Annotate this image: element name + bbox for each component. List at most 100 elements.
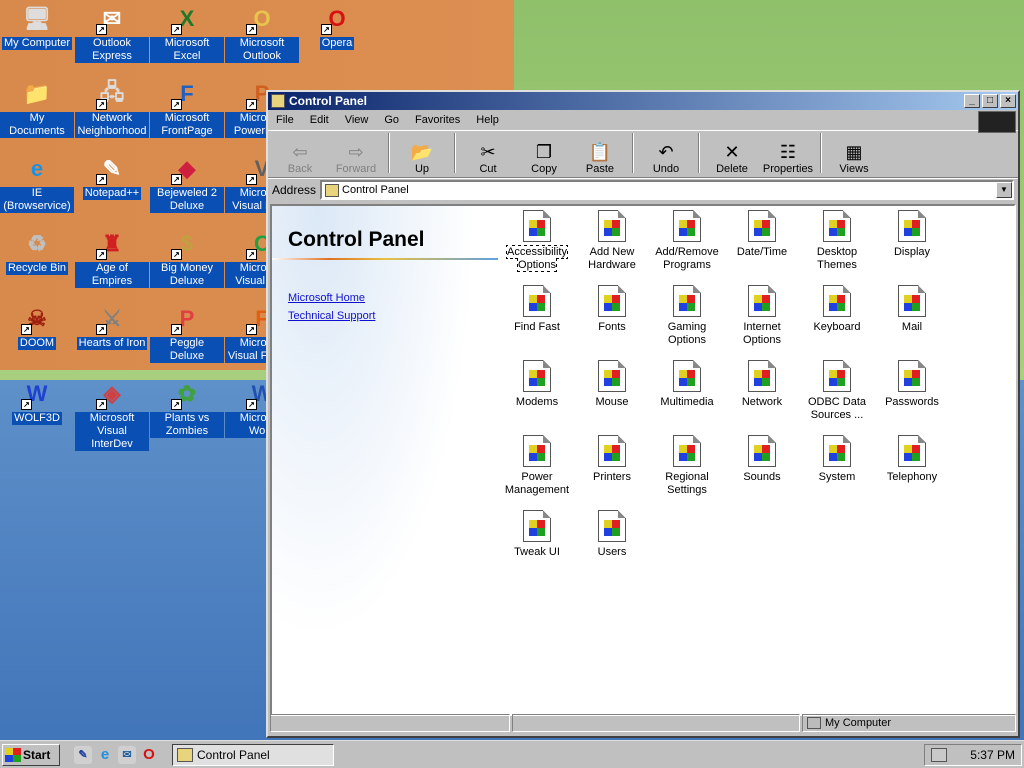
cp-item-network[interactable]: Network (725, 360, 799, 409)
network-neighborhood-icon: 🖧 ↗ (96, 78, 128, 110)
desktop-icon-microsoft-excel[interactable]: X ↗ Microsoft Excel (150, 3, 224, 63)
cp-item-tweak-ui[interactable]: Tweak UI (500, 510, 574, 559)
opera-icon[interactable]: O (140, 746, 158, 764)
cp-item-system[interactable]: System (800, 435, 874, 484)
views-button[interactable]: ▦ Views (826, 133, 882, 175)
desktop-icon-microsoft-frontpage[interactable]: F ↗ Microsoft FrontPage (150, 78, 224, 138)
scheduler-icon[interactable] (931, 747, 947, 762)
address-input[interactable]: Control Panel ▼ (320, 179, 1014, 200)
cp-item-mouse[interactable]: Mouse (575, 360, 649, 409)
shortcut-arrow-icon: ↗ (171, 99, 182, 110)
desktop-icon-opera[interactable]: O ↗ Opera (300, 3, 374, 50)
cp-item-printers[interactable]: Printers (575, 435, 649, 484)
toolbar-separator (820, 133, 822, 173)
cp-item-desktop-themes[interactable]: Desktop Themes (800, 210, 874, 272)
desktop-icon-peggle-deluxe[interactable]: P ↗ Peggle Deluxe (150, 303, 224, 363)
copy-button[interactable]: ❐ Copy (516, 133, 572, 175)
cp-item-fonts[interactable]: Fonts (575, 285, 649, 334)
windows-logo-icon (978, 111, 1016, 133)
outlook-express-icon[interactable]: ✉ (118, 745, 136, 764)
cp-item-telephony[interactable]: Telephony (875, 435, 949, 484)
cp-item-display[interactable]: Display (875, 210, 949, 259)
cp-item-mail[interactable]: Mail (875, 285, 949, 334)
cp-item-users[interactable]: Users (575, 510, 649, 559)
show-desktop-icon[interactable]: ✎ (74, 745, 92, 764)
folder-icon (271, 94, 285, 108)
desktop-icon-age-of-empires[interactable]: ♜ ↗ Age of Empires (75, 228, 149, 288)
cp-item-odbc-data-sources[interactable]: ODBC Data Sources ... (800, 360, 874, 422)
date-time-icon (748, 210, 776, 242)
cp-item-internet-options[interactable]: Internet Options (725, 285, 799, 347)
desktop-icon-notepad[interactable]: ✎ ↗ Notepad++ (75, 153, 149, 200)
menu-edit[interactable]: Edit (310, 114, 329, 126)
undo-button[interactable]: ↶ Undo (638, 133, 694, 175)
desktop-icon-plants-vs-zombies[interactable]: ✿ ↗ Plants vs Zombies (150, 378, 224, 438)
control-panel-window[interactable]: Control Panel _ □ × File Edit View Go Favori… (266, 90, 1020, 738)
my-documents-icon: 📁 (23, 81, 51, 106)
desktop-icon-doom[interactable]: ☠ ↗ DOOM (0, 303, 74, 350)
menu-go[interactable]: Go (384, 114, 399, 126)
menu-favorites[interactable]: Favorites (415, 114, 460, 126)
cp-item-find-fast[interactable]: Find Fast (500, 285, 574, 334)
desktop-icon-microsoft-outlook[interactable]: O ↗ Microsoft Outlook (225, 3, 299, 63)
maximize-button[interactable]: □ (982, 94, 998, 108)
desktop-icon-big-money-deluxe[interactable]: $ ↗ Big Money Deluxe (150, 228, 224, 288)
microsoft-visual-interdev-icon: ◈ ↗ (96, 378, 128, 410)
menu-file[interactable]: File (276, 114, 294, 126)
menu-view[interactable]: View (345, 114, 369, 126)
back-button[interactable]: ⇦ Back (272, 133, 328, 175)
desktop-icon-hearts-of-iron[interactable]: ⚔ ↗ Hearts of Iron (75, 303, 149, 350)
up-button[interactable]: 📂 Up (394, 133, 450, 175)
desktop-icon-wolf3d[interactable]: W ↗ WOLF3D (0, 378, 74, 425)
ie-browservice-icon: e (30, 156, 44, 181)
taskbar-button-control-panel[interactable]: Control Panel (172, 743, 334, 766)
desktop-icon-my-computer[interactable]: 🖥 My Computer (0, 3, 74, 50)
minimize-button[interactable]: _ (964, 94, 980, 108)
cp-item-power-management[interactable]: Power Management (500, 435, 574, 497)
desktop-icon-label: Age of Empires (75, 262, 149, 288)
title-bar[interactable]: Control Panel _ □ × (268, 92, 1018, 110)
cp-item-modems[interactable]: Modems (500, 360, 574, 409)
menu-help[interactable]: Help (476, 114, 499, 126)
shortcut-arrow-icon: ↗ (96, 399, 107, 410)
paste-button[interactable]: 📋 Paste (572, 133, 628, 175)
copy-icon: ❐ (535, 142, 553, 162)
toolbar-label: Up (414, 163, 430, 175)
undo-icon: ↶ (658, 142, 674, 162)
forward-button[interactable]: ⇨ Forward (328, 133, 384, 175)
delete-button[interactable]: ✕ Delete (704, 133, 760, 175)
desktop-icon-microsoft-visual-interdev[interactable]: ◈ ↗ Microsoft Visual InterDev (75, 378, 149, 451)
desktop-icon-label: Microsoft Outlook (225, 37, 299, 63)
cp-item-add-remove-programs[interactable]: Add/Remove Programs (650, 210, 724, 272)
internet-explorer-icon[interactable]: e (96, 746, 114, 764)
cp-item-regional-settings[interactable]: Regional Settings (650, 435, 724, 497)
desktop-icon-network-neighborhood[interactable]: 🖧 ↗ Network Neighborhood (75, 78, 149, 138)
desktop-icon-bejeweled-2-deluxe[interactable]: ◆ ↗ Bejeweled 2 Deluxe (150, 153, 224, 213)
my-computer-icon: 🖥 (23, 6, 51, 31)
cp-item-sounds[interactable]: Sounds (725, 435, 799, 484)
desktop-icon-my-documents[interactable]: 📁 My Documents (0, 78, 74, 138)
properties-button[interactable]: ☷ Properties (760, 133, 816, 175)
cut-button[interactable]: ✂ Cut (460, 133, 516, 175)
cp-item-add-new-hardware[interactable]: Add New Hardware (575, 210, 649, 272)
technical-support-link[interactable]: Technical Support (288, 310, 375, 322)
cp-item-date-time[interactable]: Date/Time (725, 210, 799, 259)
cp-item-multimedia[interactable]: Multimedia (650, 360, 724, 409)
close-button[interactable]: × (1000, 94, 1016, 108)
cp-item-passwords[interactable]: Passwords (875, 360, 949, 409)
add-new-hardware-icon (598, 210, 626, 242)
desktop-icon-recycle-bin[interactable]: ♻ Recycle Bin (0, 228, 74, 275)
chevron-down-icon[interactable]: ▼ (996, 181, 1012, 198)
network-icon (748, 360, 776, 392)
start-button[interactable]: Start (2, 743, 60, 766)
microsoft-home-link[interactable]: Microsoft Home (288, 292, 365, 304)
cp-item-gaming-options[interactable]: Gaming Options (650, 285, 724, 347)
shortcut-arrow-icon: ↗ (171, 174, 182, 185)
toolbar-separator (388, 133, 390, 173)
cp-item-label: Mouse (595, 396, 629, 408)
desktop-icon-outlook-express[interactable]: ✉ ↗ Outlook Express (75, 3, 149, 63)
desktop-icon-label: Notepad++ (82, 187, 142, 200)
desktop-icon-ie-browservice[interactable]: e IE (Browservice) (0, 153, 74, 213)
cp-item-keyboard[interactable]: Keyboard (800, 285, 874, 334)
cp-item-accessibility-options[interactable]: Accessibility Options (500, 210, 574, 272)
